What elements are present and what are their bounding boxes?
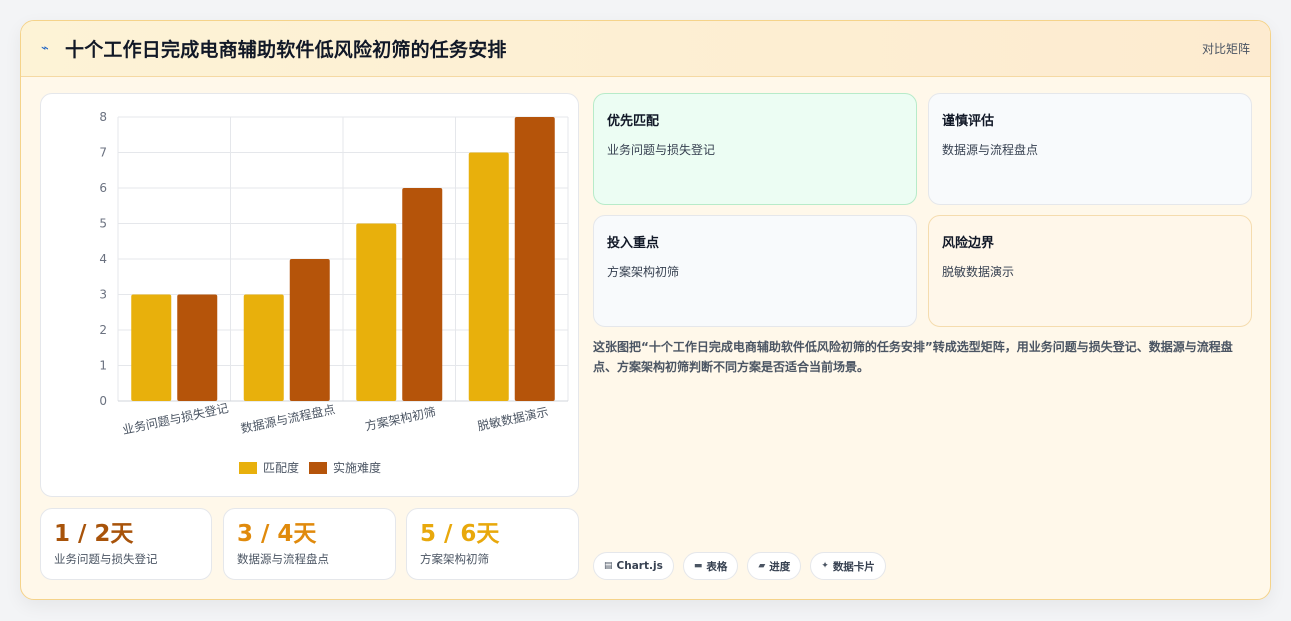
table-icon: ▬	[693, 561, 703, 571]
header: ⌁ 十个工作日完成电商辅助软件低风险初筛的任务安排 对比矩阵	[21, 21, 1270, 77]
tag-data-card[interactable]: ✦ 数据卡片	[810, 552, 886, 580]
stat-card-1: 1 / 2天 业务问题与损失登记	[40, 508, 212, 580]
y-tick-label: 7	[99, 146, 107, 160]
quad-text: 方案架构初筛	[607, 265, 680, 279]
matrix-priority-match: 优先匹配 业务问题与损失登记	[593, 93, 917, 205]
tag-label: Chart.js	[616, 560, 663, 572]
x-tick-label: 数据源与流程盘点	[239, 401, 336, 436]
description: 这张图把“十个工作日完成电商辅助软件低风险初筛的任务安排”转成选型矩阵，用业务问…	[593, 340, 1233, 374]
quad-title: 谨慎评估	[942, 114, 995, 129]
y-tick-label: 4	[99, 252, 107, 266]
y-tick-label: 3	[99, 288, 107, 302]
tag-label: 表格	[706, 560, 728, 573]
bar-match	[468, 152, 509, 401]
legend-swatch	[239, 462, 257, 474]
quad-text: 数据源与流程盘点	[942, 143, 1039, 157]
matrix-investment-focus: 投入重点 方案架构初筛	[593, 215, 917, 327]
y-tick-label: 1	[99, 359, 107, 373]
progress-icon: ▰	[758, 561, 766, 571]
y-tick-label: 0	[99, 394, 107, 408]
tag-list: ▤ Chart.js ▬ 表格 ▰ 进度 ✦ 数据卡片	[593, 552, 886, 580]
quad-title: 投入重点	[607, 236, 660, 251]
matrix-careful-evaluation: 谨慎评估 数据源与流程盘点	[928, 93, 1252, 205]
stat-label: 方案架构初筛	[420, 552, 489, 566]
y-tick-label: 2	[99, 323, 107, 337]
tag-table[interactable]: ▬ 表格	[682, 552, 739, 580]
bar-match	[356, 223, 397, 401]
legend-label: 实施难度	[333, 460, 381, 475]
y-tick-label: 5	[99, 217, 107, 231]
x-tick-label: 业务问题与损失登记	[121, 400, 230, 437]
stat-label: 业务问题与损失登记	[54, 552, 158, 566]
quad-text: 脱敏数据演示	[942, 265, 1015, 279]
matrix-risk-boundary: 风险边界 脱敏数据演示	[928, 215, 1252, 327]
bar-chart: 0 1 2 3 4 5 6 7 8 业务问题与损失登记 数据源与流程盘点 方案架构初筛 脱敏数据演示匹配…	[99, 110, 569, 475]
chart-card: 0 1 2 3 4 5 6 7 8 业务问题与损失登记 数据源与流程盘点 方案架构初筛 脱敏数据演示匹配…	[40, 93, 579, 497]
title-wrap: ⌁ 十个工作日完成电商辅助软件低风险初筛的任务安排	[41, 35, 507, 62]
chart-icon: ▤	[604, 561, 613, 571]
bar-difficulty	[289, 259, 330, 401]
bar-difficulty	[177, 294, 218, 401]
quad-title: 优先匹配	[607, 114, 660, 129]
tag-label: 数据卡片	[832, 560, 875, 573]
lightning-icon: ⌁	[41, 41, 49, 56]
x-tick-label: 方案架构初筛	[364, 404, 438, 434]
bar-difficulty	[514, 117, 555, 401]
tag-label: 进度	[769, 560, 791, 573]
y-tick-label: 8	[99, 110, 107, 124]
legend-label: 匹配度	[263, 460, 299, 475]
stat-value: 3 / 4天	[237, 521, 317, 547]
tag-chartjs[interactable]: ▤ Chart.js	[593, 552, 674, 580]
page-card: ⌁ 十个工作日完成电商辅助软件低风险初筛的任务安排 对比矩阵 0 1 2 3 4 5 6 7 8…	[20, 20, 1271, 600]
page-title: 十个工作日完成电商辅助软件低风险初筛的任务安排	[65, 39, 507, 61]
stat-value: 1 / 2天	[54, 521, 134, 547]
stat-value: 5 / 6天	[420, 521, 500, 547]
bar-match	[131, 294, 172, 401]
bar-difficulty	[402, 188, 443, 401]
quad-text: 业务问题与损失登记	[607, 143, 716, 157]
legend-swatch	[309, 462, 327, 474]
x-tick-label: 脱敏数据演示	[476, 404, 550, 434]
stat-card-3: 5 / 6天 方案架构初筛	[406, 508, 579, 580]
stat-card-2: 3 / 4天 数据源与流程盘点	[223, 508, 396, 580]
sparkle-icon: ✦	[821, 561, 829, 571]
tag-progress[interactable]: ▰ 进度	[747, 552, 802, 580]
bar-match	[243, 294, 284, 401]
stat-label: 数据源与流程盘点	[237, 552, 329, 566]
compare-matrix-link[interactable]: 对比矩阵	[1202, 40, 1250, 57]
quad-title: 风险边界	[942, 236, 995, 251]
y-tick-label: 6	[99, 181, 107, 195]
